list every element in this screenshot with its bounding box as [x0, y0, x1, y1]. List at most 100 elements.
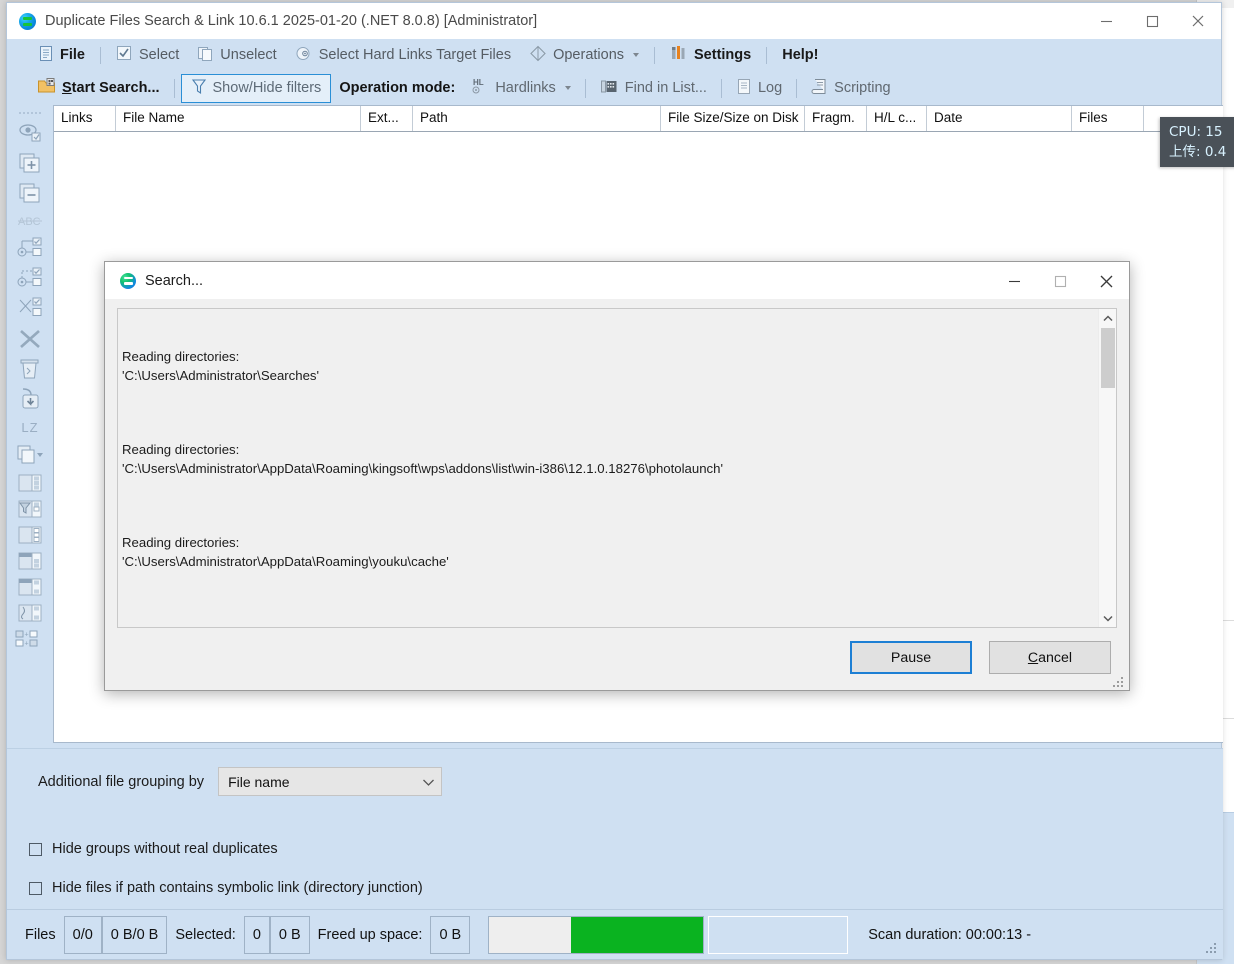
- hide-groups-checkbox[interactable]: [29, 843, 42, 856]
- search-dialog: Search... Reading directories: 'C:\Users…: [104, 261, 1130, 691]
- preview-select-icon[interactable]: [13, 118, 47, 148]
- scrollbar-thumb[interactable]: [1101, 328, 1115, 388]
- search-dialog-maximize-button: [1037, 262, 1083, 300]
- scripting-label: Scripting: [834, 80, 890, 96]
- column-header-ext[interactable]: Ext...: [361, 106, 413, 131]
- move-to-folder-icon[interactable]: [13, 384, 47, 414]
- scripting-icon: [811, 78, 828, 99]
- menu-item-select-hard-links[interactable]: Select Hard Links Target Files: [286, 42, 520, 69]
- hide-symlink-checkbox[interactable]: [29, 882, 42, 895]
- svg-text:HL: HL: [473, 78, 484, 87]
- show-hide-filters-button[interactable]: Show/Hide filters: [181, 74, 332, 103]
- app-logo-icon: [120, 273, 136, 289]
- recycle-bin-icon[interactable]: [13, 354, 47, 384]
- chevron-down-icon: [422, 774, 435, 790]
- scan-progress-fill: [571, 917, 705, 953]
- select-below-icon[interactable]: [13, 548, 47, 574]
- start-search-button[interactable]: Start Search...: [29, 74, 168, 102]
- menu-item-settings-label: Settings: [694, 47, 751, 63]
- remove-from-selection-icon[interactable]: [13, 178, 47, 208]
- column-header-date[interactable]: Date: [927, 106, 1072, 131]
- grouping-select[interactable]: File name: [218, 767, 442, 796]
- filter-funnel-icon: [191, 78, 207, 99]
- select-group-targets-icon[interactable]: [13, 234, 47, 264]
- invert-group-selection-icon[interactable]: [13, 294, 47, 324]
- window-title: Duplicate Files Search & Link 10.6.1 202…: [45, 13, 537, 29]
- column-header-files[interactable]: Files: [1072, 106, 1144, 131]
- menu-item-file[interactable]: File: [29, 42, 94, 69]
- menu-separator-3: [766, 47, 767, 64]
- menu-item-select[interactable]: Select: [107, 42, 188, 69]
- menu-item-operations[interactable]: Operations: [520, 42, 648, 69]
- options-panel: Additional file grouping by File name Hi…: [7, 748, 1223, 911]
- cancel-rest-label: ancel: [1038, 650, 1072, 666]
- pause-button[interactable]: Pause: [850, 641, 972, 674]
- chevron-down-icon: [565, 86, 571, 90]
- select-above-icon[interactable]: [13, 574, 47, 600]
- hide-symlink-checkbox-row[interactable]: Hide files if path contains symbolic lin…: [29, 880, 423, 896]
- search-dialog-buttons: Pause Cancel: [850, 641, 1111, 674]
- log-label: Log: [758, 80, 782, 96]
- minimize-button[interactable]: [1083, 3, 1129, 39]
- menu-item-unselect[interactable]: Unselect: [188, 42, 285, 69]
- statusbar: Files 0/0 0 B/0 B Selected: 0 0 B Freed …: [7, 909, 1223, 959]
- grouping-selected-value: File name: [228, 774, 289, 790]
- scripting-button[interactable]: Scripting: [803, 75, 898, 102]
- select-all-rows-icon[interactable]: [13, 470, 47, 496]
- search-dialog-close-button[interactable]: [1083, 262, 1129, 300]
- log-button[interactable]: Log: [728, 75, 790, 102]
- log-entry: Reading directories: 'C:\Users\Administr…: [122, 534, 1088, 571]
- operations-icon: [529, 45, 547, 66]
- column-header-path[interactable]: Path: [413, 106, 661, 131]
- column-header-file-name[interactable]: File Name: [116, 106, 361, 131]
- find-in-list-button[interactable]: Find in List...: [592, 75, 715, 102]
- column-header-file-size[interactable]: File Size/Size on Disk: [661, 106, 805, 131]
- operation-mode-dropdown[interactable]: HL Hardlinks: [463, 74, 578, 102]
- column-header-fragm[interactable]: Fragm.: [805, 106, 867, 131]
- grouping-label: Additional file grouping by: [38, 774, 204, 790]
- freed-space-label: Freed up space:: [310, 927, 431, 943]
- cancel-button[interactable]: Cancel: [989, 641, 1111, 674]
- menu-separator-1: [100, 47, 101, 64]
- select-group-sources-icon[interactable]: [13, 264, 47, 294]
- status-extra-cell: [708, 916, 848, 954]
- search-dialog-controls: [991, 262, 1129, 300]
- search-log-area[interactable]: Reading directories: 'C:\Users\Administr…: [117, 308, 1117, 628]
- filter-rows-icon[interactable]: [13, 496, 47, 522]
- column-header-hl-count[interactable]: H/L c...: [867, 106, 927, 131]
- menu-item-settings[interactable]: Settings: [661, 41, 760, 69]
- close-button[interactable]: [1175, 3, 1221, 39]
- toolbar-separator-1: [174, 79, 175, 98]
- rail-drag-handle[interactable]: [15, 109, 45, 116]
- window-resize-grip[interactable]: [1206, 943, 1218, 955]
- files-label: Files: [17, 927, 64, 943]
- abc-icon[interactable]: ABC: [13, 208, 47, 234]
- search-dialog-titlebar[interactable]: Search...: [105, 262, 1129, 300]
- dialog-resize-grip[interactable]: [1113, 677, 1125, 689]
- select-custom-icon[interactable]: [13, 600, 47, 626]
- hide-groups-checkbox-row[interactable]: Hide groups without real duplicates: [29, 841, 278, 857]
- main-titlebar[interactable]: Duplicate Files Search & Link 10.6.1 202…: [7, 3, 1221, 39]
- swap-selection-icon[interactable]: ++: [13, 626, 47, 652]
- link-target-icon: [295, 45, 313, 66]
- screen-root: 件 建 同 个 1 Duplicate Files Search & Link …: [0, 0, 1234, 964]
- scroll-up-icon[interactable]: [1099, 309, 1116, 327]
- search-dialog-minimize-button[interactable]: [991, 262, 1037, 300]
- cancel-accel-letter: C: [1028, 650, 1038, 666]
- left-toolbar-rail: ABC: [7, 105, 53, 743]
- add-to-selection-icon[interactable]: [13, 148, 47, 178]
- maximize-button[interactable]: [1129, 3, 1175, 39]
- lz-compress-icon[interactable]: LZ: [21, 414, 38, 440]
- upload-speed-text: 上传: 0.4: [1169, 142, 1234, 162]
- menu-item-help[interactable]: Help!: [773, 44, 827, 66]
- search-log-scrollbar[interactable]: [1098, 309, 1116, 627]
- delete-cross-icon[interactable]: [13, 324, 47, 354]
- column-header-links[interactable]: Links: [54, 106, 116, 131]
- unselect-rows-icon[interactable]: [13, 522, 47, 548]
- folder-search-icon: [37, 77, 56, 99]
- system-monitor-overlay[interactable]: CPU: 15 上传: 0.4: [1160, 117, 1234, 167]
- copy-dropdown-icon[interactable]: [13, 440, 47, 470]
- operation-mode-label: Operation mode:: [331, 77, 463, 99]
- scroll-down-icon[interactable]: [1099, 609, 1116, 627]
- document-icon: [38, 45, 54, 66]
